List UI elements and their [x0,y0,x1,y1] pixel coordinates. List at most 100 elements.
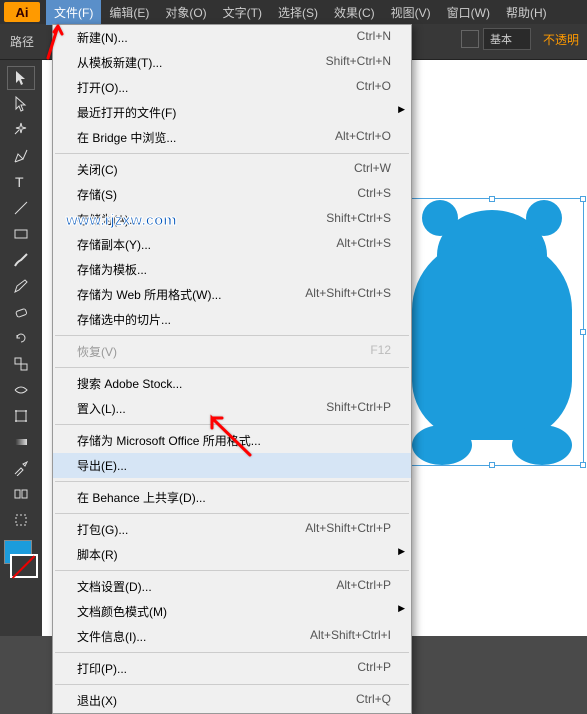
submenu-arrow-icon: ▶ [398,603,405,614]
menu-item-shortcut: Ctrl+P [357,660,391,677]
menu-item[interactable]: 退出(X)Ctrl+Q [53,688,411,713]
stroke-swatch-none[interactable] [10,554,38,578]
menu-item-label: 打包(G)... [77,521,305,538]
menu-item-shortcut: Alt+Ctrl+O [335,129,391,146]
menu-help[interactable]: 帮助(H) [498,0,555,25]
menu-separator [55,367,409,368]
menu-item-label: 脚本(R) [77,546,391,563]
menu-item: 恢复(V)F12 [53,339,411,364]
handle-bottom-center[interactable] [489,462,495,468]
rotate-tool[interactable] [7,326,35,350]
menu-item[interactable]: 打开(O)...Ctrl+O [53,75,411,100]
menu-item-shortcut: Alt+Ctrl+S [336,236,391,253]
type-tool[interactable]: T [7,170,35,194]
menu-item-label: 新建(N)... [77,29,357,46]
artboard-tool[interactable] [7,508,35,532]
menu-item[interactable]: 脚本(R) ▶ [53,542,411,567]
pencil-tool[interactable] [7,274,35,298]
submenu-arrow-icon: ▶ [398,546,405,557]
menu-item-label: 存储副本(Y)... [77,236,336,253]
eraser-tool[interactable] [7,300,35,324]
menu-item-label: 存储选中的切片... [77,311,391,328]
menu-item[interactable]: 打印(P)...Ctrl+P [53,656,411,681]
menu-item-shortcut: Alt+Ctrl+P [336,578,391,595]
menu-item[interactable]: 在 Bridge 中浏览...Alt+Ctrl+O [53,125,411,150]
menu-item[interactable]: 最近打开的文件(F) ▶ [53,100,411,125]
menu-item[interactable]: 文档颜色模式(M)▶ [53,599,411,624]
menu-item[interactable]: 文档设置(D)...Alt+Ctrl+P [53,574,411,599]
menu-item-label: 关闭(C) [77,161,354,178]
opacity-label[interactable]: 不透明 [543,31,579,48]
submenu-arrow-icon: ▶ [398,104,405,115]
menu-item-label: 存储为模板... [77,261,391,278]
rectangle-tool[interactable] [7,222,35,246]
menu-effect[interactable]: 效果(C) [326,0,383,25]
menu-view[interactable]: 视图(V) [383,0,439,25]
menu-separator [55,513,409,514]
handle-bottom-right[interactable] [580,462,586,468]
menu-item-shortcut: Shift+Ctrl+S [326,211,391,228]
menu-item-shortcut: Alt+Shift+Ctrl+S [305,286,391,303]
menu-item-label: 在 Bridge 中浏览... [77,129,335,146]
paintbrush-tool[interactable] [7,248,35,272]
selection-bounding-box[interactable] [400,198,584,466]
menu-item[interactable]: 从模板新建(T)...Shift+Ctrl+N [53,50,411,75]
menu-separator [55,335,409,336]
menu-item[interactable]: 存储为模板... [53,257,411,282]
menu-separator [55,153,409,154]
pen-tool[interactable] [7,144,35,168]
menu-item-label: 最近打开的文件(F) [77,104,391,121]
magic-wand-tool[interactable] [7,118,35,142]
stroke-swatch[interactable] [461,30,479,48]
menu-item-label: 存储为 Web 所用格式(W)... [77,286,305,303]
menu-item[interactable]: 搜索 Adobe Stock... [53,371,411,396]
control-bar-right: 基本 不透明 [461,28,583,50]
gradient-tool[interactable] [7,430,35,454]
menu-type[interactable]: 文字(T) [215,0,270,25]
menu-item-label: 退出(X) [77,692,356,709]
menu-item-shortcut: Ctrl+Q [356,692,391,709]
menu-item-label: 在 Behance 上共享(D)... [77,489,391,506]
menu-item-label: 打印(P)... [77,660,357,677]
menu-item[interactable]: 打包(G)...Alt+Shift+Ctrl+P [53,517,411,542]
menu-edit[interactable]: 编辑(E) [101,0,157,25]
menu-item-label: 搜索 Adobe Stock... [77,375,391,392]
annotation-arrow-1 [40,20,70,65]
handle-mid-right[interactable] [580,329,586,335]
handle-top-right[interactable] [580,196,586,202]
menu-separator [55,481,409,482]
line-tool[interactable] [7,196,35,220]
menu-separator [55,684,409,685]
width-tool[interactable] [7,378,35,402]
menu-select[interactable]: 选择(S) [270,0,326,25]
menu-item[interactable]: 存储为 Web 所用格式(W)...Alt+Shift+Ctrl+S [53,282,411,307]
direct-selection-tool[interactable] [7,92,35,116]
menu-item-label: 从模板新建(T)... [77,54,326,71]
menu-item-label: 存储(S) [77,186,357,203]
blend-tool[interactable] [7,482,35,506]
menu-window[interactable]: 窗口(W) [439,0,498,25]
menu-item[interactable]: 存储副本(Y)...Alt+Ctrl+S [53,232,411,257]
menu-item[interactable]: 新建(N)...Ctrl+N [53,25,411,50]
color-swatches[interactable] [4,540,38,578]
svg-text:T: T [15,174,24,190]
menu-item[interactable]: 文件信息(I)...Alt+Shift+Ctrl+I [53,624,411,649]
annotation-arrow-2 [200,410,260,465]
menu-item-label: 文件信息(I)... [77,628,310,645]
eyedropper-tool[interactable] [7,456,35,480]
menu-item[interactable]: 在 Behance 上共享(D)... [53,485,411,510]
toolbar: T [0,60,42,636]
menu-item[interactable]: 存储(S)Ctrl+S [53,182,411,207]
app-logo: Ai [4,2,40,22]
menu-object[interactable]: 对象(O) [157,0,214,25]
graphic-style-dropdown[interactable]: 基本 [483,28,531,50]
selection-tool[interactable] [7,66,35,90]
watermark-text: www.rjzxw.com [66,212,177,229]
menu-item-shortcut: Ctrl+W [354,161,391,178]
menu-item[interactable]: 存储选中的切片... [53,307,411,332]
menu-separator [55,652,409,653]
menu-item[interactable]: 关闭(C)Ctrl+W [53,157,411,182]
scale-tool[interactable] [7,352,35,376]
free-transform-tool[interactable] [7,404,35,428]
handle-top-center[interactable] [489,196,495,202]
